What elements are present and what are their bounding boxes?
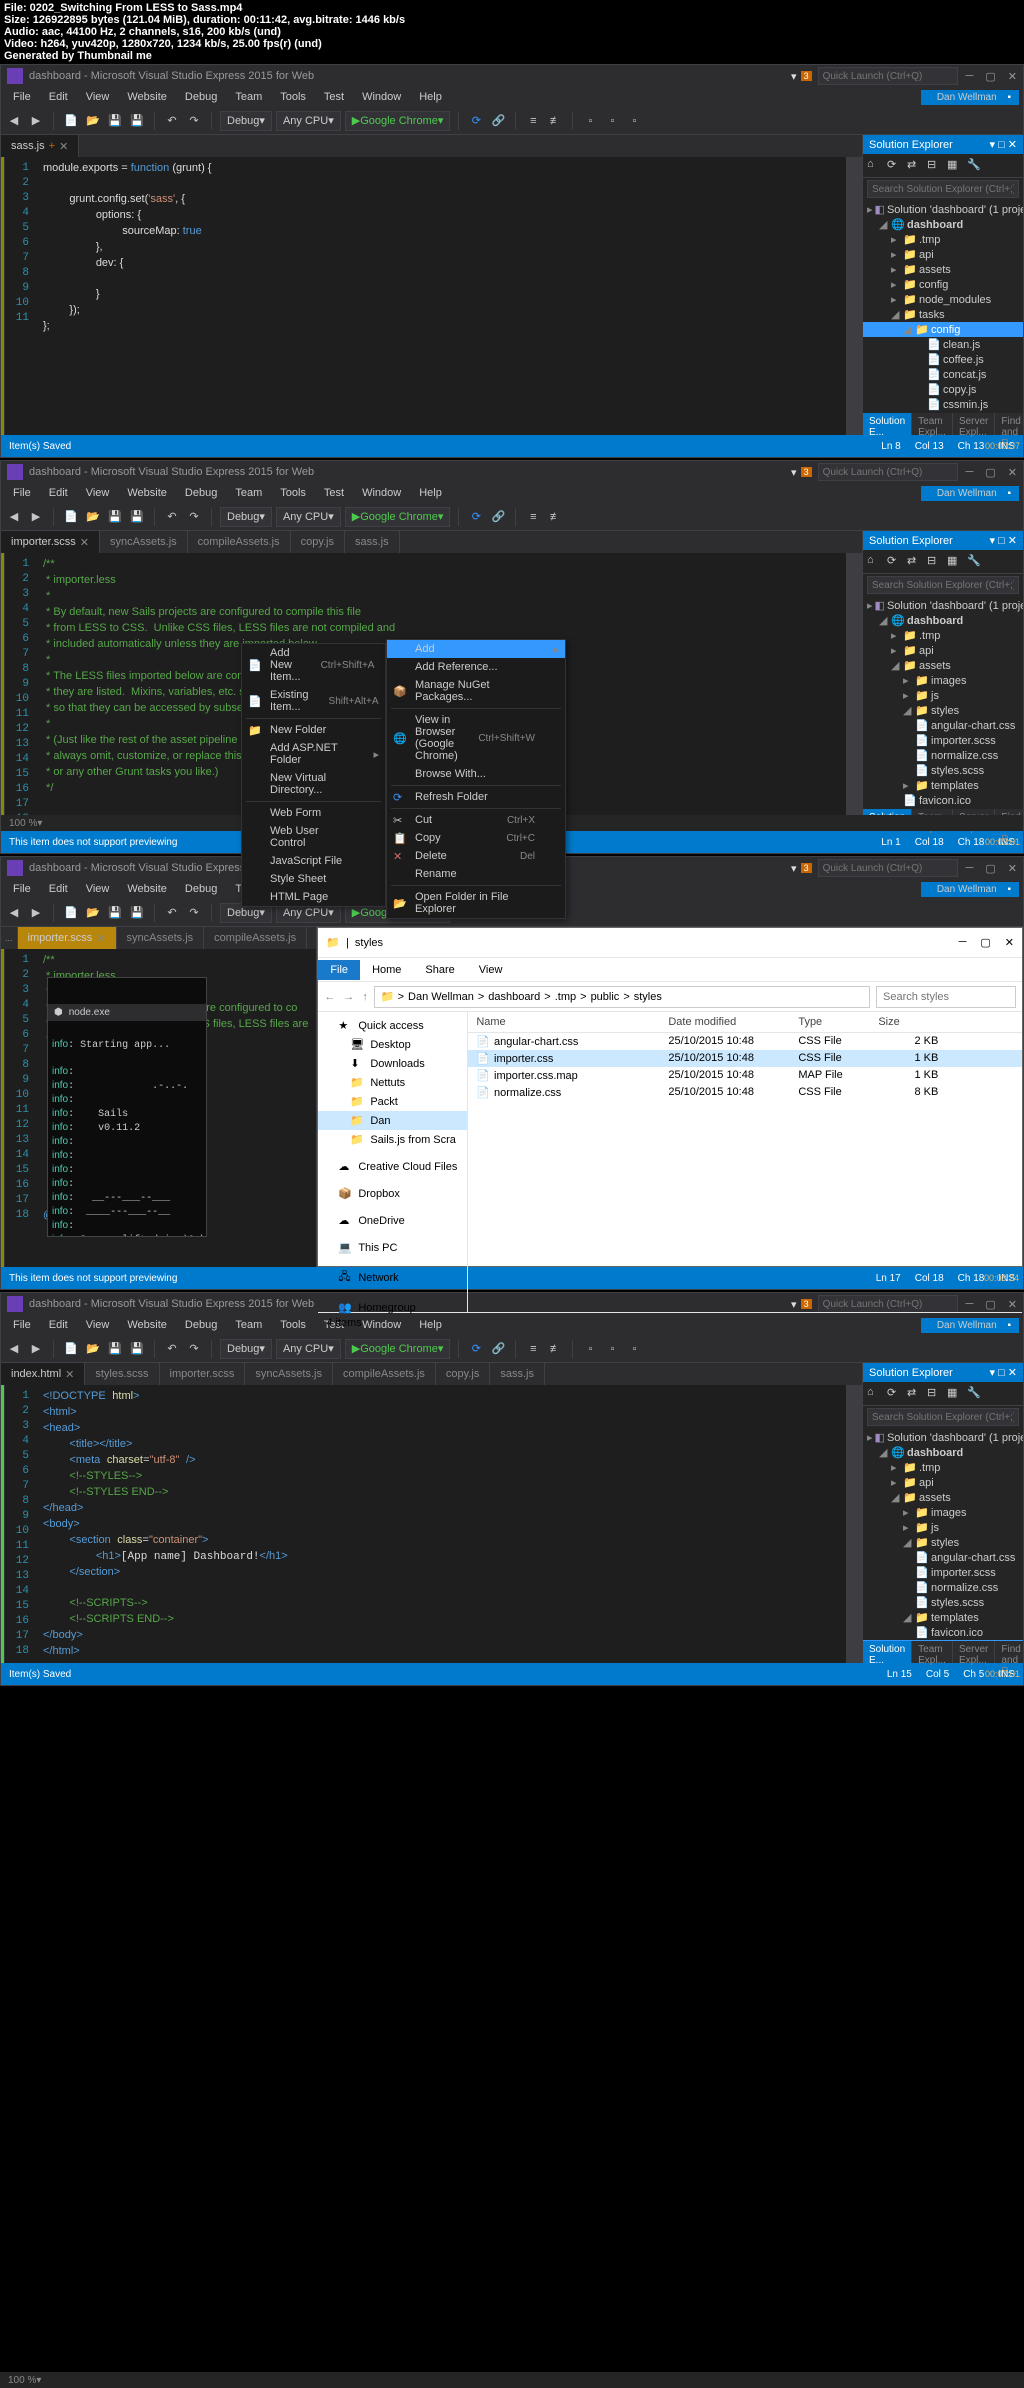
breadcrumb[interactable]: 📁 > Dan Wellman > dashboard > .tmp > pub…	[374, 986, 870, 1008]
ribbon-share[interactable]: Share	[413, 960, 466, 980]
file-row[interactable]: 📄importer.css.map25/10/2015 10:48MAP Fil…	[468, 1067, 1022, 1084]
minimize-button[interactable]: ─	[966, 70, 974, 83]
comment-icon[interactable]: ≡	[524, 112, 542, 130]
pane-tab-team[interactable]: Team Expl...	[912, 413, 953, 435]
window-title: dashboard - Microsoft Visual Studio Expr…	[29, 70, 791, 82]
scrollbar-v[interactable]	[846, 157, 862, 435]
ctx-add-new-item[interactable]: 📄Add New Item...Ctrl+Shift+A	[242, 644, 385, 686]
vs-icon	[7, 68, 23, 84]
new-file-icon[interactable]: 📄	[62, 112, 80, 130]
file-row[interactable]: 📄normalize.css25/10/2015 10:48CSS File8 …	[468, 1084, 1022, 1101]
titlebar: dashboard - Microsoft Visual Studio Expr…	[1, 65, 1023, 87]
properties-icon[interactable]: 🔧	[967, 158, 983, 174]
tool2-icon[interactable]: ▫	[603, 112, 621, 130]
menu-file[interactable]: File	[5, 89, 39, 105]
menubar: File Edit View Website Debug Team Tools …	[1, 87, 1023, 107]
tool1-icon[interactable]: ▫	[581, 112, 599, 130]
nav-up-icon[interactable]: ↑	[362, 991, 368, 1003]
explorer-search[interactable]	[876, 986, 1016, 1008]
nav-back-icon[interactable]: ◀	[5, 112, 23, 130]
context-menu-add[interactable]: 📄Add New Item...Ctrl+Shift+A 📄Existing I…	[241, 643, 386, 907]
status-bar: Item(s) Saved Ln 8 Col 13 Ch 13 INS 00:0…	[1, 435, 1023, 457]
code-editor[interactable]: module.exports = function (grunt) { grun…	[35, 157, 846, 435]
refresh-icon[interactable]: ⟳	[467, 112, 485, 130]
notify-badge[interactable]: 3	[801, 71, 812, 81]
show-all-icon[interactable]: ▦	[947, 158, 963, 174]
code-editor[interactable]: <!DOCTYPE html> <html> <head> <title></t…	[35, 1385, 846, 1663]
menu-test[interactable]: Test	[316, 89, 352, 105]
notify-icon[interactable]: ▾	[791, 70, 797, 83]
save-all-icon[interactable]: 💾	[128, 112, 146, 130]
undo-icon[interactable]: ↶	[163, 112, 181, 130]
home-icon[interactable]: ⌂	[867, 158, 883, 174]
maximize-button[interactable]: ▢	[980, 936, 990, 949]
refresh-icon[interactable]: ⟳	[887, 158, 903, 174]
node-icon: ⬢	[54, 1006, 63, 1019]
vs-window-3: dashboard - Microsoft Visual Studio Expr…	[0, 856, 1024, 1290]
uncomment-icon[interactable]: ≢	[546, 112, 564, 130]
menu-view[interactable]: View	[78, 89, 118, 105]
quick-launch[interactable]	[818, 463, 958, 481]
solution-tree[interactable]: ▸◧Solution 'dashboard' (1 project) ◢🌐das…	[863, 200, 1023, 413]
pane-tab-server[interactable]: Server Expl...	[953, 413, 995, 435]
editor-pane: sass.js + ✕ 1234567891011 module.exports…	[1, 135, 863, 435]
sync-icon[interactable]: ⇄	[907, 158, 923, 174]
ribbon-view[interactable]: View	[467, 960, 515, 980]
toolbar: ◀ ▶ 📄 📂 💾 💾 ↶ ↷ Debug ▾ Any CPU ▾ ▶ Goog…	[1, 107, 1023, 135]
browser-link-icon[interactable]: 🔗	[489, 112, 507, 130]
video-metadata: File: 0202_Switching From LESS to Sass.m…	[0, 0, 1024, 64]
file-row[interactable]: 📄importer.css25/10/2015 10:48CSS File1 K…	[468, 1050, 1022, 1067]
menu-team[interactable]: Team	[227, 89, 270, 105]
nav-back-icon[interactable]: ←	[324, 991, 335, 1003]
save-icon[interactable]: 💾	[106, 112, 124, 130]
config-combo[interactable]: Debug ▾	[220, 111, 272, 131]
file-row[interactable]: 📄angular-chart.css25/10/2015 10:48CSS Fi…	[468, 1033, 1022, 1050]
redo-icon[interactable]: ↷	[185, 112, 203, 130]
node-terminal[interactable]: ⬢node.exe info: Starting app... info: in…	[47, 977, 207, 1237]
menu-tools[interactable]: Tools	[272, 89, 314, 105]
menu-help[interactable]: Help	[411, 89, 450, 105]
ctx-add[interactable]: Add▸	[387, 640, 565, 658]
solution-search[interactable]	[867, 180, 1019, 198]
ribbon-file[interactable]: File	[318, 960, 360, 980]
collapse-icon[interactable]: ⊟	[927, 158, 943, 174]
quick-launch[interactable]	[818, 67, 958, 85]
menu-debug[interactable]: Debug	[177, 89, 225, 105]
vs-window-1: dashboard - Microsoft Visual Studio Expr…	[0, 64, 1024, 458]
minimize-button[interactable]: ─	[959, 936, 967, 949]
explorer-file-list[interactable]: NameDate modifiedTypeSize 📄angular-chart…	[468, 1012, 1022, 1312]
maximize-button[interactable]: ▢	[985, 70, 995, 83]
vs-window-4: dashboard - Microsoft Visual Studio Expr…	[0, 1292, 1024, 1686]
line-gutter: 1234567891011	[5, 157, 35, 435]
file-tab[interactable]: importer.scss ✕	[1, 531, 100, 553]
nav-fwd-icon[interactable]: ▶	[27, 112, 45, 130]
run-button[interactable]: ▶ Google Chrome ▾	[345, 111, 451, 131]
context-menu-main[interactable]: Add▸ Add Reference... 📦Manage NuGet Pack…	[386, 639, 566, 919]
folder-icon: 📁	[326, 936, 340, 949]
vs-window-2: dashboard - Microsoft Visual Studio Expr…	[0, 460, 1024, 854]
file-tab-sass[interactable]: sass.js + ✕	[1, 135, 79, 157]
pane-tab-solution[interactable]: Solution E...	[863, 413, 912, 435]
nav-fwd-icon[interactable]: →	[343, 991, 354, 1003]
user-badge[interactable]: Dan Wellman ▪	[921, 90, 1019, 105]
solution-explorer: Solution Explorer▾ □ ✕ ⌂ ⟳ ⇄ ⊟ ▦ 🔧 ▸◧Sol…	[863, 135, 1023, 435]
pane-tab-find[interactable]: Find and R...	[995, 413, 1024, 435]
close-icon[interactable]: ✕	[59, 140, 68, 153]
platform-combo[interactable]: Any CPU ▾	[276, 111, 341, 131]
menu-website[interactable]: Website	[119, 89, 175, 105]
file-explorer: 📁 | styles ─▢✕ File Home Share View ←→↑ …	[317, 927, 1023, 1267]
close-button[interactable]: ✕	[1008, 70, 1017, 83]
tool3-icon[interactable]: ▫	[625, 112, 643, 130]
explorer-nav[interactable]: ★Quick access 🖥Desktop ⬇Downloads 📁Nettu…	[318, 1012, 468, 1312]
menu-edit[interactable]: Edit	[41, 89, 76, 105]
ribbon-home[interactable]: Home	[360, 960, 413, 980]
menu-window[interactable]: Window	[354, 89, 409, 105]
close-button[interactable]: ✕	[1005, 936, 1014, 949]
open-file-icon[interactable]: 📂	[84, 112, 102, 130]
